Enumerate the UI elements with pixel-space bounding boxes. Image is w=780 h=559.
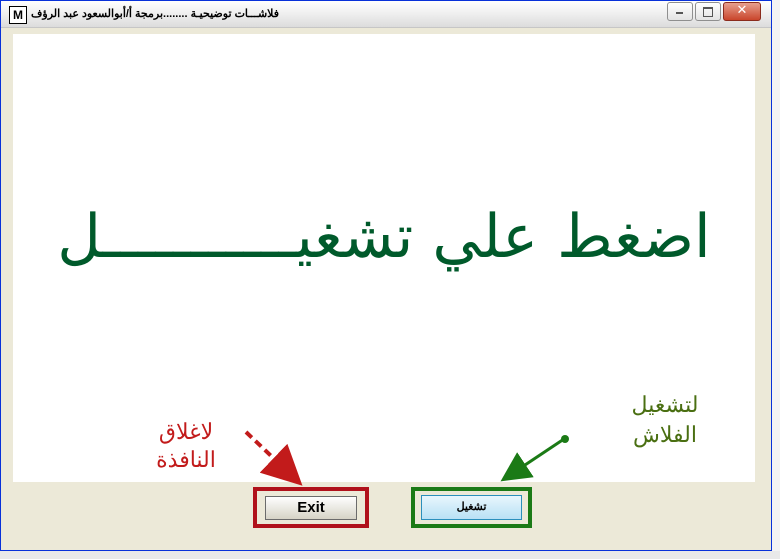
window-title: فلاشـــات توضيحيـة ........برمجة أ/أبوال… [31,8,279,20]
run-button[interactable]: تشغيل [421,495,522,520]
close-annotation-line1: لاغلاق [158,420,214,445]
press-run-prompt: اضغط علي تشغيـــــــــــل [57,202,711,272]
maximize-button[interactable] [695,2,721,21]
title-bar[interactable]: M فلاشـــات توضيحيـة ........برمجة أ/أبو… [1,1,771,28]
run-highlight-frame: تشغيل [411,487,532,528]
close-button[interactable]: ✕ [723,2,761,21]
maximize-icon [696,3,720,20]
minimize-icon [668,3,692,20]
close-annotation-line2: النافذة [156,448,216,473]
desktop-edge-bottom [0,551,780,559]
minimize-button[interactable] [667,2,693,21]
run-annotation-line2: الفلاش [633,423,697,448]
window-controls: ✕ [665,2,761,21]
exit-button[interactable]: Exit [265,496,357,520]
exit-highlight-frame: Exit [253,487,369,528]
run-annotation-line1: لتشغيل [631,393,699,418]
close-icon: ✕ [736,3,748,18]
desktop-edge-right [772,0,780,559]
app-icon: M [9,6,27,24]
close-window-annotation: لاغلاق النافذة [141,419,231,475]
app-window: M فلاشـــات توضيحيـة ........برمجة أ/أبو… [0,0,772,551]
run-flash-annotation: لتشغيل الفلاش [615,391,715,451]
